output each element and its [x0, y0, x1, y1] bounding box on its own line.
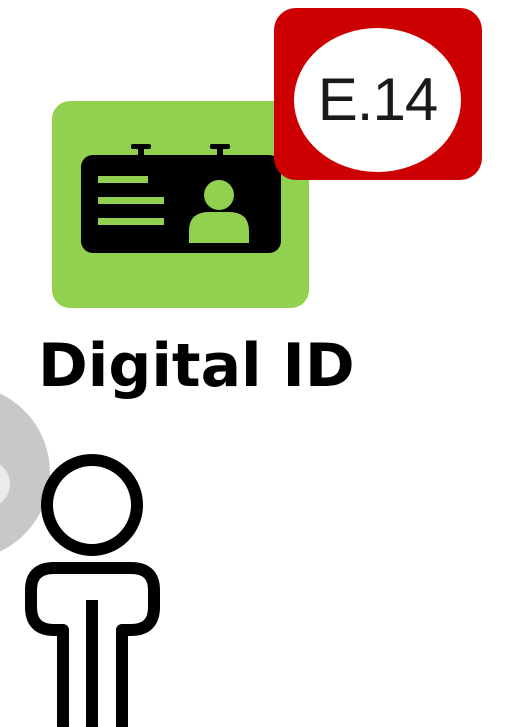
app-title: Digital ID [38, 331, 355, 401]
canvas: E.14 Digital ID [0, 0, 508, 727]
app-tile[interactable] [52, 101, 309, 308]
status-badge: E.14 [274, 8, 482, 180]
person-icon [25, 454, 160, 727]
badge-circle: E.14 [294, 28, 461, 172]
id-card-icon [81, 144, 281, 253]
badge-label: E.14 [317, 66, 438, 133]
